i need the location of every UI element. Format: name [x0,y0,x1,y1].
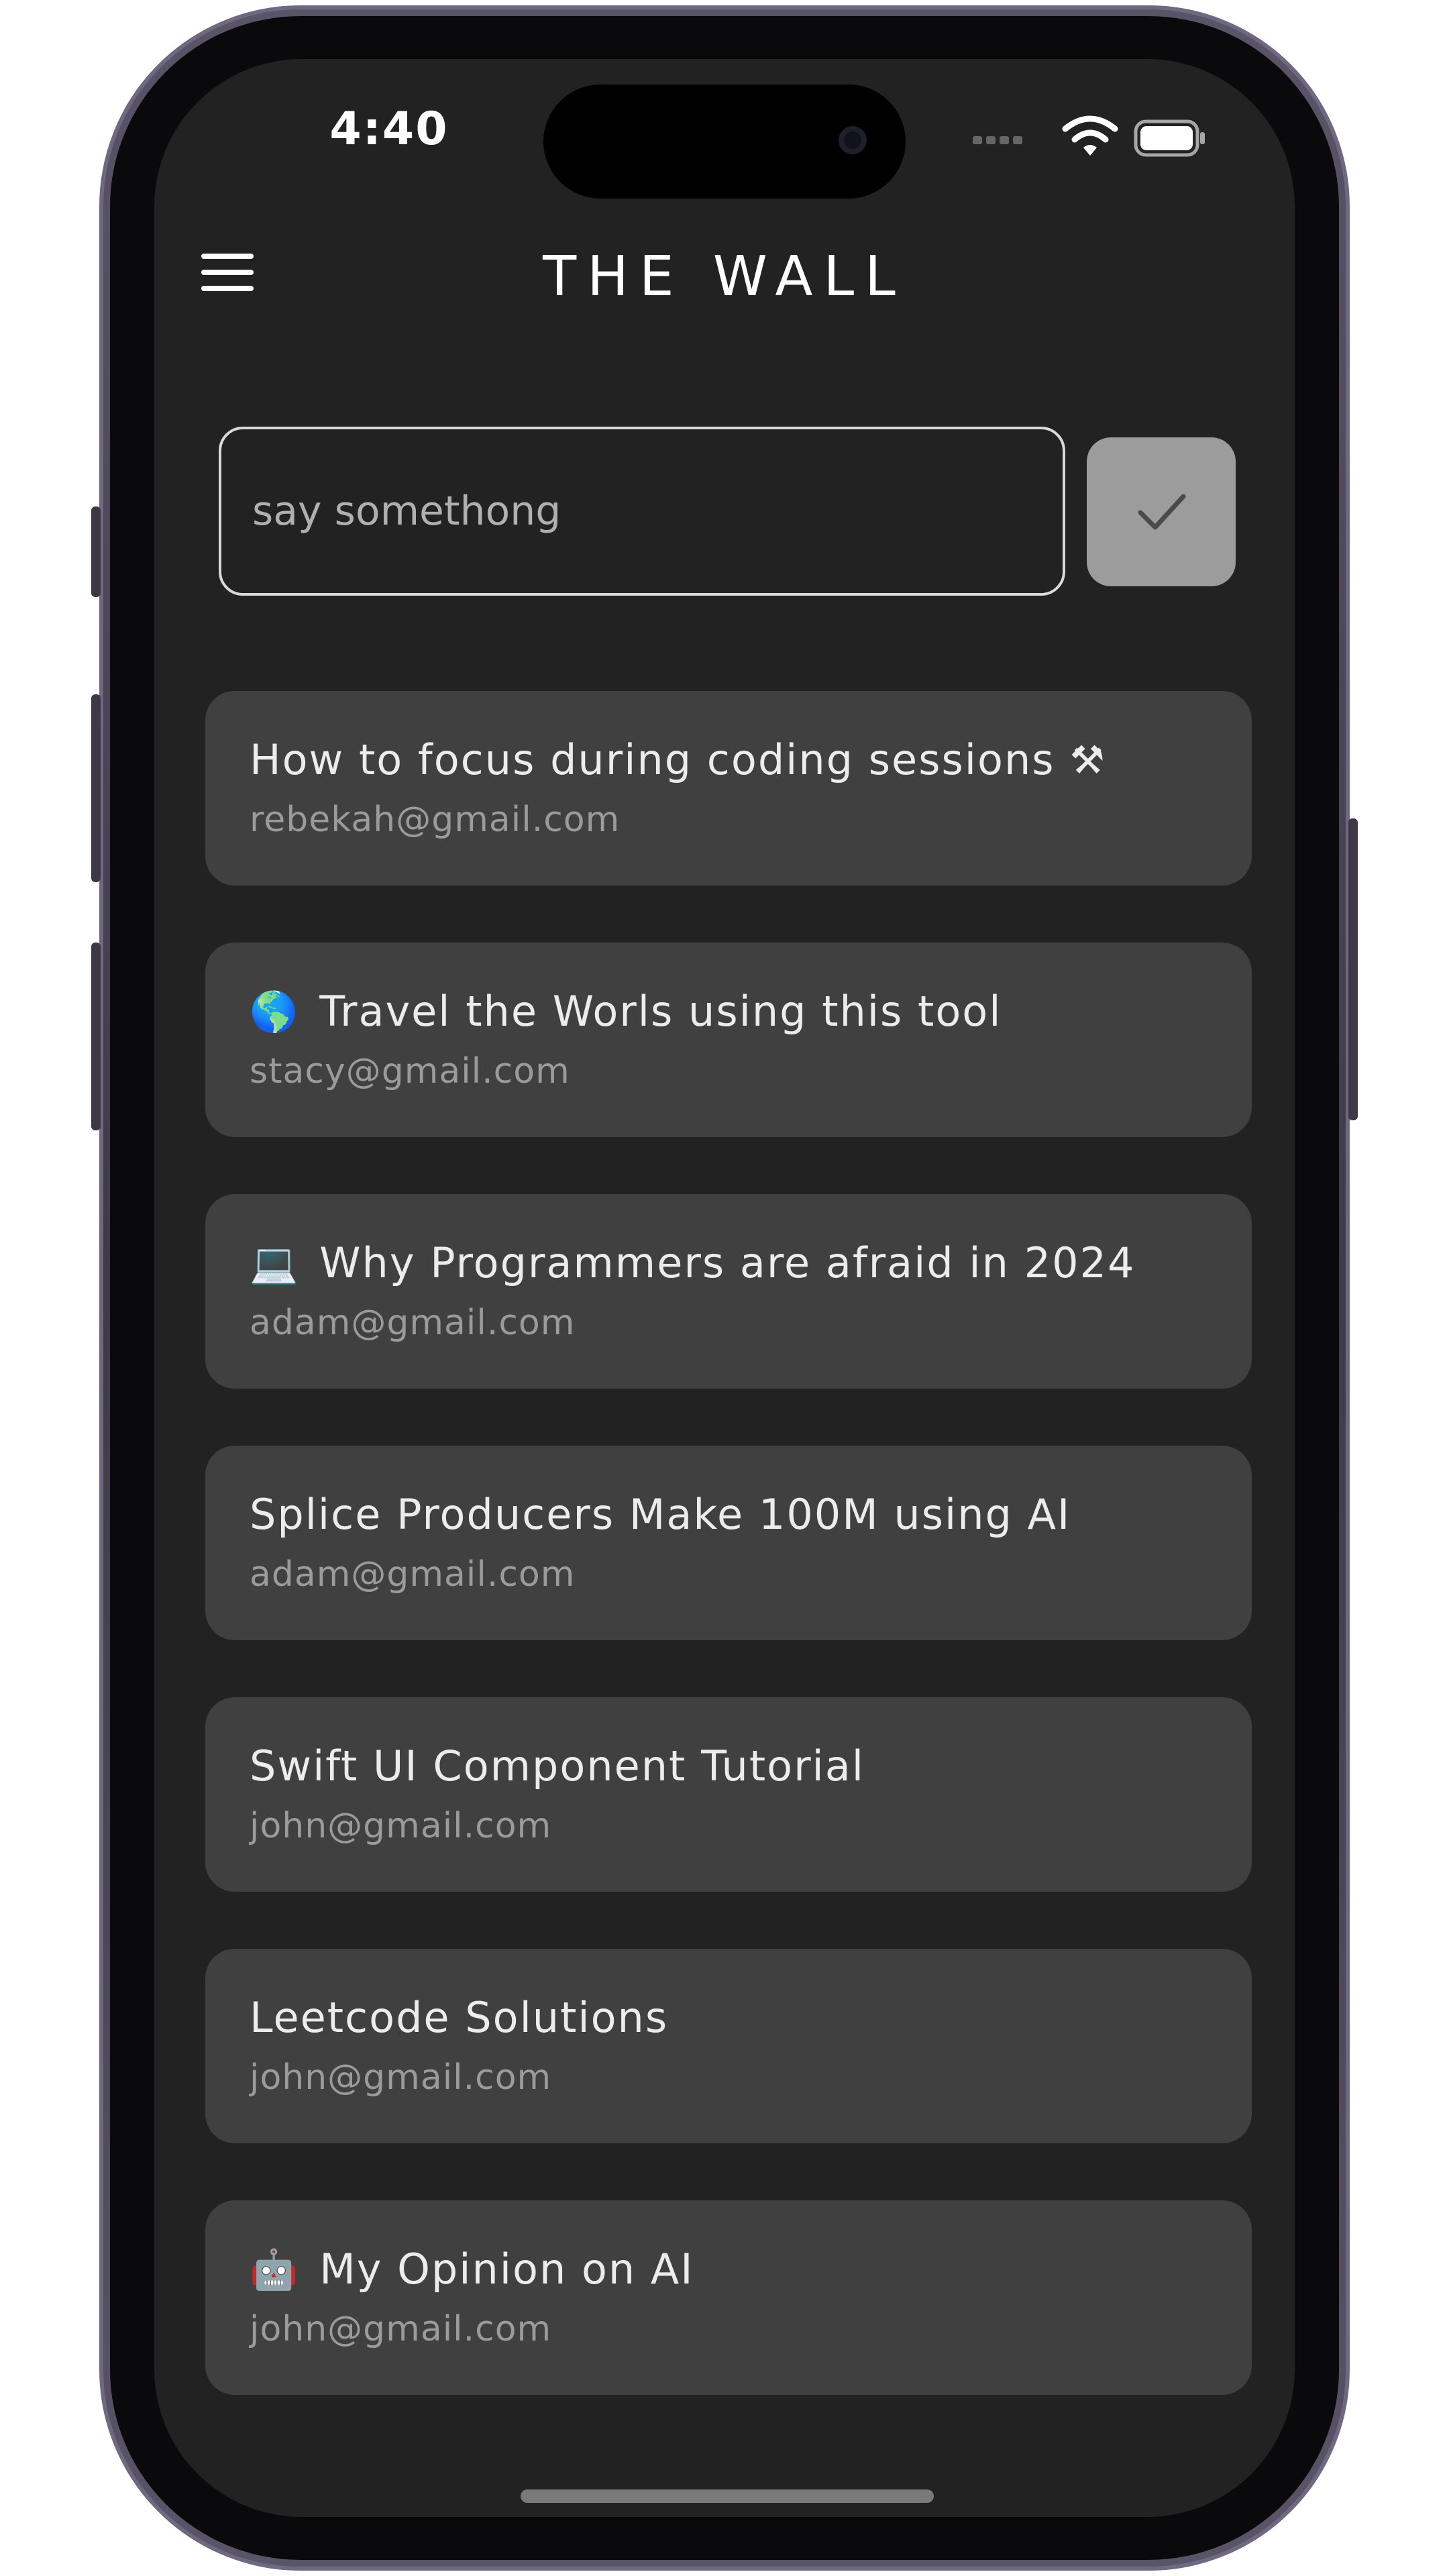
globe-icon: 🌎 [250,989,300,1034]
home-indicator[interactable] [521,2489,934,2503]
post-title: Swift UI Component Tutorial [250,1737,1225,1795]
post-title: 🤖 My Opinion on AI [250,2241,1225,2298]
post-author-email: john@gmail.com [250,1806,552,1846]
post-card[interactable]: Splice Producers Make 100M using AI adam… [205,1446,1252,1640]
post-author-email: adam@gmail.com [250,1554,576,1595]
signal-dots-icon [973,134,1026,147]
post-composer: say somethong [154,427,1295,601]
wifi-icon [1062,115,1118,156]
post-author-email: john@gmail.com [250,2309,552,2349]
post-input[interactable]: say somethong [219,427,1065,596]
volume-up-button [91,694,101,882]
laptop-icon: 💻 [250,1240,300,1286]
post-author-email: stacy@gmail.com [250,1051,570,1091]
hammer-and-pick-icon: ⚒ [1069,737,1106,783]
post-card[interactable]: 🤖 My Opinion on AI john@gmail.com [205,2200,1252,2395]
post-card[interactable]: Leetcode Solutions john@gmail.com [205,1949,1252,2143]
battery-icon [1134,119,1205,157]
post-title-text: Why Programmers are afraid in 2024 [319,1238,1136,1287]
post-title: Splice Producers Make 100M using AI [250,1486,1225,1544]
power-button [1348,818,1358,1120]
post-title: 🌎 Travel the Worls using this tool [250,983,1225,1040]
post-title: Leetcode Solutions [250,1989,1225,2047]
screen: 4:40 THE WALL say somethong How to focus… [154,59,1295,2517]
app-header: THE WALL [154,227,1295,327]
robot-icon: 🤖 [250,2247,300,2292]
post-title-text: Splice Producers Make 100M using AI [250,1490,1071,1539]
volume-down-button [91,943,101,1130]
post-title: How to focus during coding sessions ⚒ [250,731,1225,789]
post-title: 💻 Why Programmers are afraid in 2024 [250,1234,1225,1292]
post-title-text: Swift UI Component Tutorial [250,1741,865,1790]
checkmark-icon [1138,494,1186,530]
action-button [91,506,101,597]
app-title: THE WALL [543,245,906,309]
post-author-email: rebekah@gmail.com [250,800,621,840]
post-title-text: Leetcode Solutions [250,1993,669,2042]
status-time: 4:40 [329,103,449,156]
submit-post-button[interactable] [1087,437,1236,586]
post-card[interactable]: How to focus during coding sessions ⚒ re… [205,691,1252,885]
status-icons [973,114,1214,161]
post-author-email: john@gmail.com [250,2057,552,2098]
post-title-text: My Opinion on AI [319,2245,694,2294]
post-author-email: adam@gmail.com [250,1303,576,1343]
post-card[interactable]: 💻 Why Programmers are afraid in 2024 ada… [205,1194,1252,1389]
post-card[interactable]: 🌎 Travel the Worls using this tool stacy… [205,943,1252,1137]
post-title-text: How to focus during coding sessions [250,735,1055,784]
hamburger-menu-icon[interactable] [201,254,254,301]
post-card[interactable]: Swift UI Component Tutorial john@gmail.c… [205,1697,1252,1892]
dynamic-island [543,85,906,199]
camera-icon [839,126,867,154]
post-title-text: Travel the Worls using this tool [319,987,1002,1036]
